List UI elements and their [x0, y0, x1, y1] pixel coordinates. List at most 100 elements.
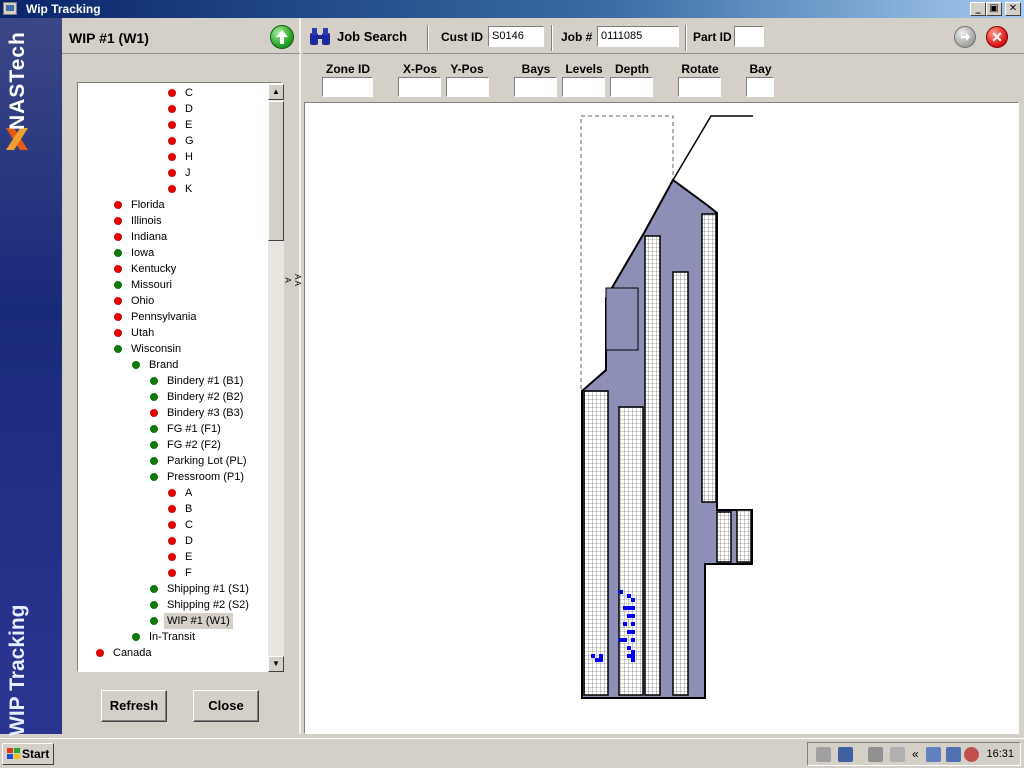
job-search-label[interactable]: Job Search	[337, 29, 407, 44]
taskbar: Start « 16:31	[0, 738, 1024, 768]
office-room[interactable]	[605, 287, 639, 351]
status-dot-icon	[96, 649, 104, 657]
clock: 16:31	[986, 748, 1014, 760]
job-number-input[interactable]: 0111085	[597, 26, 679, 47]
warehouse-map[interactable]	[304, 102, 1019, 734]
rack-fields: Zone ID X-Pos Y-Pos Bays Levels Depth Ro…	[303, 54, 1024, 102]
zone-id-field[interactable]	[322, 77, 373, 97]
depth-label: Depth	[615, 62, 649, 76]
scroll-up-button[interactable]: ▲	[268, 84, 284, 100]
bays-field[interactable]	[514, 77, 557, 97]
x-pos-label: X-Pos	[402, 62, 437, 76]
boundary-wall	[672, 115, 753, 181]
toolbar-divider	[427, 25, 429, 51]
depth-field[interactable]	[610, 77, 653, 97]
tree-node-label: B	[185, 503, 193, 515]
start-button[interactable]: Start	[2, 743, 54, 765]
tree-node-label: Shipping #2 (S2)	[167, 599, 249, 611]
cust-id-label: Cust ID	[441, 30, 483, 44]
toolbar-divider	[551, 25, 553, 51]
status-dot-icon	[150, 393, 158, 401]
cust-id-input[interactable]: S0146	[488, 26, 544, 47]
nastech-logo-icon	[6, 128, 28, 150]
title-bar: Wip Tracking _ ▣ ✕	[0, 0, 1024, 18]
y-pos-field[interactable]	[446, 77, 489, 97]
tool-icon[interactable]	[890, 747, 905, 762]
rack-4[interactable]	[672, 271, 689, 696]
tree-node-label: Bindery #2 (B2)	[167, 391, 244, 403]
rack-7[interactable]	[736, 509, 752, 563]
windows-logo-icon	[7, 748, 20, 759]
app-icon	[3, 2, 17, 15]
tree-node-label: In-Transit	[149, 631, 196, 643]
status-dot-icon	[150, 409, 158, 417]
status-dot-icon	[114, 265, 122, 273]
system-tray: « 16:31	[807, 742, 1021, 766]
rack-6[interactable]	[716, 511, 732, 563]
network-icon[interactable]	[946, 747, 961, 762]
tree-node-label: J	[185, 167, 191, 179]
status-dot-icon	[150, 473, 158, 481]
levels-field[interactable]	[562, 77, 605, 97]
binoculars-icon[interactable]	[309, 27, 331, 47]
status-dot-icon	[132, 633, 140, 641]
tree-node-label: E	[185, 551, 193, 563]
tree-node-label: Shipping #1 (S1)	[167, 583, 249, 595]
tree-node-label: Bindery #1 (B1)	[167, 375, 244, 387]
tree-node-label: A	[185, 487, 193, 499]
panel-splitter[interactable]: A A A	[283, 270, 302, 310]
status-dot-icon	[150, 457, 158, 465]
rotate-field[interactable]	[678, 77, 721, 97]
scroll-thumb[interactable]	[268, 101, 284, 241]
status-dot-icon	[150, 425, 158, 433]
tree-node-label: WIP #1 (W1)	[164, 613, 233, 629]
splitter-label: A A A	[283, 273, 302, 286]
floor-plan[interactable]	[305, 103, 1018, 733]
network-icon[interactable]	[926, 747, 941, 762]
scroll-down-button[interactable]: ▼	[268, 656, 284, 672]
tree-scrollbar[interactable]: ▲ ▼	[268, 84, 284, 672]
status-dot-icon	[168, 521, 176, 529]
start-label: Start	[22, 747, 50, 761]
rack-1[interactable]	[583, 390, 609, 696]
bay-field[interactable]	[746, 77, 774, 97]
left-panel-header: WIP #1 (W1)	[62, 22, 300, 54]
x-pos-field[interactable]	[398, 77, 441, 97]
status-dot-icon	[168, 569, 176, 577]
status-dot-icon	[150, 601, 158, 609]
brand-logo-text: NASTech	[6, 31, 29, 130]
close-button[interactable]: Close	[193, 690, 259, 722]
toolbar-divider	[685, 25, 687, 51]
minimize-button[interactable]: _	[970, 2, 986, 16]
status-dot-icon	[114, 249, 122, 257]
status-dot-icon	[168, 89, 176, 97]
tree-node-label: Brand	[149, 359, 179, 371]
tree-node-label: G	[185, 135, 194, 147]
tree-node-label: Kentucky	[131, 263, 177, 275]
close-icon[interactable]: ✕	[986, 26, 1008, 48]
security-icon[interactable]	[964, 747, 979, 762]
go-arrow-icon[interactable]	[954, 26, 976, 48]
status-dot-icon	[114, 329, 122, 337]
tree-node-label: E	[185, 119, 193, 131]
job-number-label: Job #	[561, 30, 593, 44]
part-id-input[interactable]	[734, 26, 764, 47]
location-tree[interactable]: C D E G H J K Florida Illinois Indiana Iowa Kentuck…	[77, 82, 284, 672]
status-dot-icon	[150, 441, 158, 449]
tree-node-label: Bindery #3 (B3)	[167, 407, 244, 419]
rack-3[interactable]	[644, 235, 661, 696]
rack-5[interactable]	[701, 213, 717, 503]
window-close-button[interactable]: ✕	[1005, 2, 1021, 16]
status-dot-icon	[114, 345, 122, 353]
display-icon[interactable]	[838, 747, 853, 762]
tree-node-label: Parking Lot (PL)	[167, 455, 247, 467]
refresh-button[interactable]: Refresh	[101, 690, 167, 722]
up-arrow-icon[interactable]	[270, 25, 294, 49]
brush-icon[interactable]	[868, 747, 883, 762]
tree-node-label: C	[185, 519, 193, 531]
brand-side-title: WIP Tracking	[6, 604, 29, 737]
pen-icon[interactable]	[816, 747, 831, 762]
restore-button[interactable]: ▣	[986, 2, 1002, 16]
tree-node-label: Canada	[113, 647, 152, 659]
tray-expand-icon[interactable]: «	[912, 747, 919, 761]
